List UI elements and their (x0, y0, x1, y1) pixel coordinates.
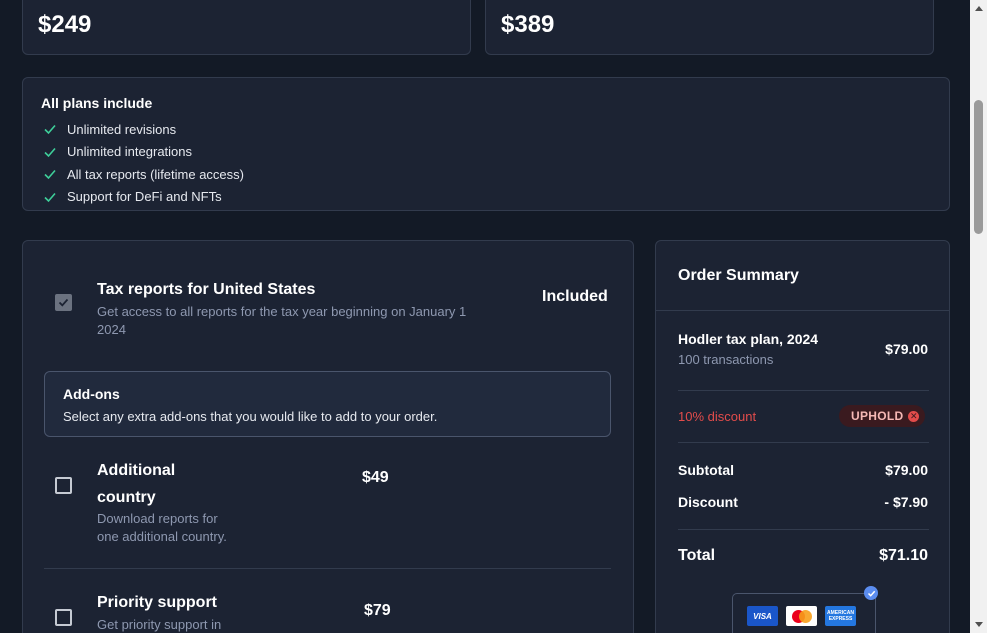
order-options-panel: Tax reports for United States Get access… (22, 240, 634, 633)
checkmark-icon (58, 298, 69, 307)
feature-list: Unlimited revisions Unlimited integratio… (43, 118, 244, 208)
addon-description: Download reports for (97, 511, 218, 526)
mastercard-icon (786, 606, 817, 626)
amex-icon: AMERICAN EXPRESS (825, 606, 856, 626)
feature-label: Support for DeFi and NFTs (67, 189, 222, 205)
plan-card-2[interactable]: $389 (485, 0, 934, 55)
additional-country-checkbox[interactable] (55, 477, 72, 494)
discount-label: Discount (678, 494, 738, 510)
divider (678, 529, 929, 530)
all-plans-include-box: All plans include Unlimited revisions Un… (22, 77, 950, 211)
scroll-down-arrow-icon[interactable] (975, 622, 983, 627)
check-icon (44, 170, 56, 180)
visa-icon: VISA (747, 606, 778, 626)
feature-label: All tax reports (lifetime access) (67, 166, 244, 182)
coupon-badge[interactable]: UPHOLD ✕ (839, 405, 926, 427)
feature-label: Unlimited revisions (67, 121, 177, 137)
addon-title: Priority support (97, 594, 218, 611)
discount-value: - $7.90 (884, 494, 928, 510)
check-icon (44, 147, 56, 157)
addon-description: Get priority support in (97, 617, 222, 632)
divider (678, 442, 929, 443)
tax-report-status: Included (542, 288, 608, 305)
addon-title: Additional (97, 462, 176, 479)
scroll-up-arrow-icon[interactable] (975, 6, 983, 11)
feature-label: Unlimited integrations (67, 144, 193, 160)
tax-report-description: Get access to all reports for the tax ye… (97, 304, 467, 319)
plan-price: $79.00 (885, 341, 928, 357)
tax-report-title: Tax reports for United States (97, 281, 316, 298)
plan-card-1[interactable]: $249 (22, 0, 471, 55)
addons-title: Add-ons (63, 386, 120, 402)
subtotal-value: $79.00 (885, 462, 928, 478)
order-summary-panel: Order Summary Hodler tax plan, 2024 100 … (655, 240, 950, 633)
subtotal-label: Subtotal (678, 462, 734, 478)
check-icon (44, 192, 56, 202)
feature-item: Unlimited integrations (43, 141, 244, 164)
addon-description: one additional country. (97, 529, 227, 544)
remove-coupon-icon[interactable]: ✕ (908, 410, 920, 422)
addon-price: $79 (364, 602, 391, 619)
verified-check-icon (864, 586, 878, 600)
addon-title: country (97, 489, 156, 506)
plan-price: $249 (38, 11, 92, 38)
coupon-code: UPHOLD (851, 409, 904, 423)
payment-methods: VISA AMERICAN EXPRESS (732, 593, 876, 633)
addon-price: $49 (362, 469, 389, 486)
divider (44, 568, 611, 569)
all-plans-title: All plans include (41, 95, 153, 111)
total-value: $71.10 (879, 547, 928, 564)
scroll-thumb[interactable] (974, 100, 983, 234)
total-label: Total (678, 547, 716, 564)
priority-support-checkbox[interactable] (55, 609, 72, 626)
feature-item: Support for DeFi and NFTs (43, 186, 244, 209)
scrollbar[interactable] (970, 0, 987, 633)
plan-price: $389 (501, 11, 555, 38)
feature-item: Unlimited revisions (43, 118, 244, 141)
plan-detail: 100 transactions (678, 352, 774, 367)
order-summary-header: Order Summary (656, 241, 949, 311)
order-summary-title: Order Summary (678, 267, 799, 284)
divider (678, 390, 929, 391)
discount-text: 10% discount (678, 409, 757, 424)
addons-description: Select any extra add-ons that you would … (63, 409, 438, 424)
plan-name: Hodler tax plan, 2024 (678, 331, 819, 347)
feature-item: All tax reports (lifetime access) (43, 163, 244, 186)
tax-report-description: 2024 (97, 322, 126, 337)
tax-report-checkbox[interactable] (55, 294, 72, 311)
check-icon (44, 125, 56, 135)
addons-header: Add-ons Select any extra add-ons that yo… (44, 371, 611, 437)
